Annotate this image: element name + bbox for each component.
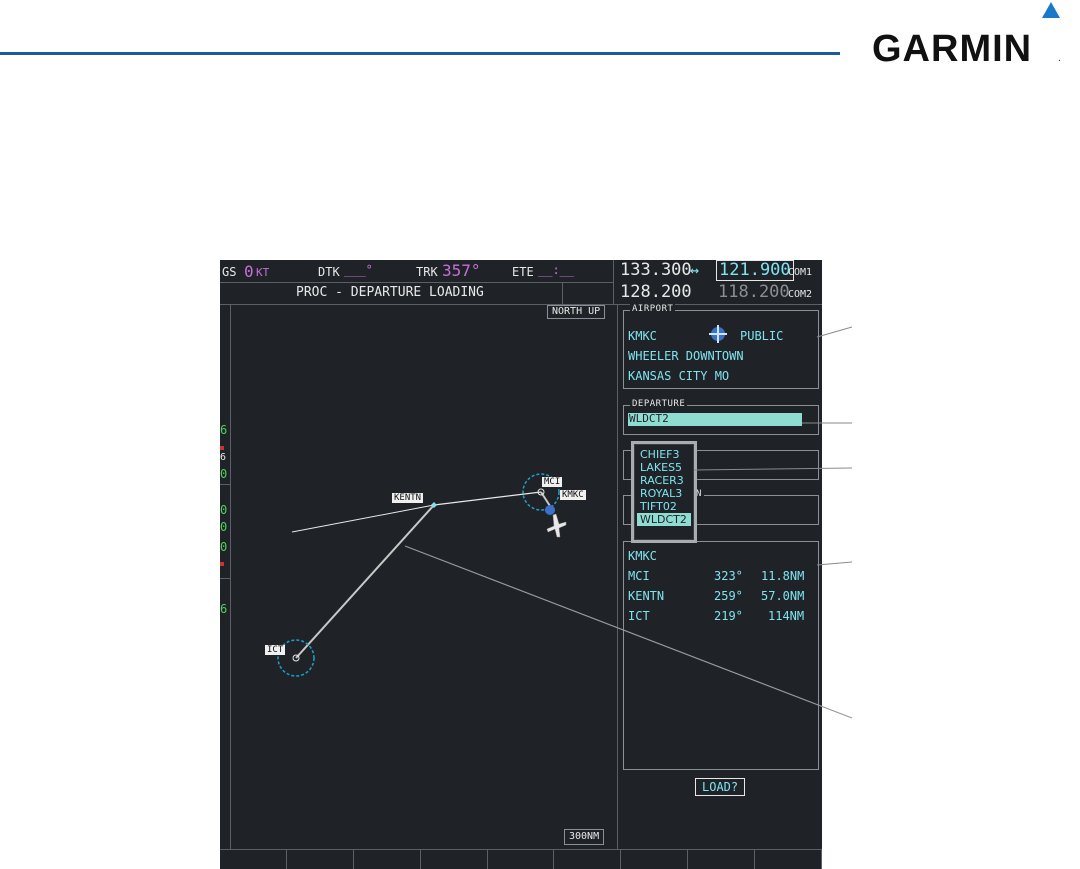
callout-route [404, 545, 853, 719]
callout-list [693, 467, 853, 471]
callout-airport [816, 326, 853, 338]
callout-lines [404, 326, 853, 719]
callout-sequence [816, 561, 853, 566]
